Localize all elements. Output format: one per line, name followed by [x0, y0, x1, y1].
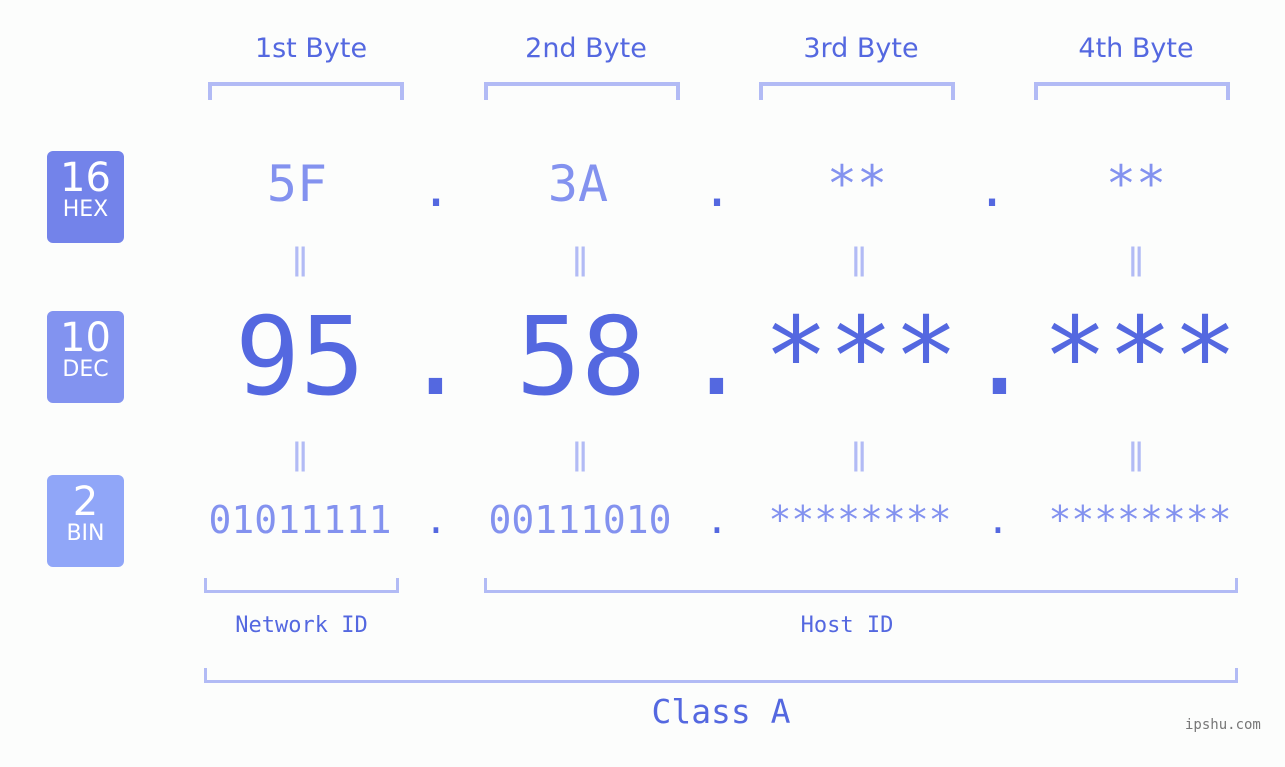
hex-byte-2: 3A: [547, 155, 609, 213]
dec-separator-3: .: [967, 295, 1033, 420]
equals-sign: ǁ: [1128, 435, 1144, 473]
bin-byte-4: ********: [1048, 498, 1232, 542]
hex-badge-number: 16: [60, 155, 111, 201]
byte-bracket-3: [759, 82, 955, 100]
dec-byte-3: ***: [763, 295, 959, 420]
dec-separator-1: .: [403, 295, 469, 420]
equals-sign: ǁ: [1128, 240, 1144, 278]
byte-bracket-2: [484, 82, 680, 100]
hex-separator-2: .: [701, 160, 733, 218]
column-header-3: 3rd Byte: [803, 33, 919, 64]
column-header-4: 4th Byte: [1078, 33, 1194, 64]
dec-separator-2: .: [684, 295, 750, 420]
bin-byte-1: 01011111: [208, 498, 392, 542]
equals-sign: ǁ: [292, 435, 308, 473]
dec-badge: 10 DEC: [47, 311, 124, 403]
equals-sign: ǁ: [851, 435, 867, 473]
host-id-bracket: [484, 578, 1238, 593]
hex-separator-1: .: [420, 160, 452, 218]
host-id-label: Host ID: [800, 613, 894, 638]
dec-badge-number: 10: [60, 315, 111, 361]
bin-separator-2: .: [705, 498, 729, 542]
bin-byte-3: ********: [768, 498, 952, 542]
equals-sign: ǁ: [851, 240, 867, 278]
byte-bracket-4: [1034, 82, 1230, 100]
bin-byte-2: 00111010: [488, 498, 672, 542]
watermark: ipshu.com: [1185, 717, 1261, 733]
hex-badge-label: HEX: [62, 197, 109, 222]
hex-byte-1: 5F: [266, 155, 328, 213]
equals-sign: ǁ: [572, 435, 588, 473]
bin-badge-number: 2: [72, 479, 99, 525]
hex-byte-3: **: [826, 155, 888, 213]
byte-bracket-1: [208, 82, 404, 100]
hex-badge: 16 HEX: [47, 151, 124, 243]
equals-sign: ǁ: [572, 240, 588, 278]
column-header-2: 2nd Byte: [525, 33, 647, 64]
bin-separator-3: .: [986, 498, 1010, 542]
bin-separator-1: .: [424, 498, 448, 542]
network-id-bracket: [204, 578, 399, 593]
dec-byte-2: 58: [515, 295, 647, 420]
column-header-1: 1st Byte: [254, 33, 368, 64]
class-bracket: [204, 668, 1238, 683]
class-label: Class A: [651, 692, 791, 731]
dec-byte-4: ***: [1042, 295, 1238, 420]
bin-badge: 2 BIN: [47, 475, 124, 567]
dec-badge-label: DEC: [62, 357, 109, 382]
bin-badge-label: BIN: [66, 521, 105, 546]
hex-separator-3: .: [976, 160, 1008, 218]
hex-byte-4: **: [1105, 155, 1167, 213]
network-id-label: Network ID: [235, 613, 368, 638]
dec-byte-1: 95: [234, 295, 366, 420]
equals-sign: ǁ: [292, 240, 308, 278]
